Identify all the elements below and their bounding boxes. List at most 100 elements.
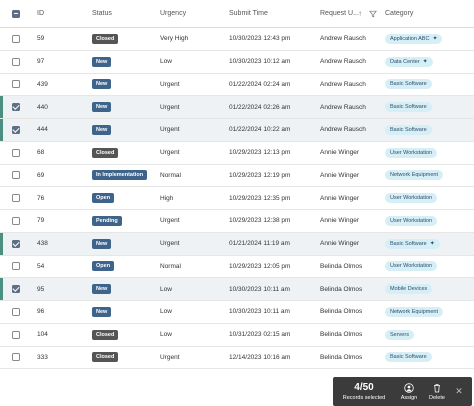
row-checkbox[interactable] xyxy=(12,233,26,255)
cell-request-user: Andrew Rausch xyxy=(320,126,366,134)
funnel-icon[interactable] xyxy=(369,0,377,27)
column-header-status[interactable]: Status xyxy=(92,0,112,27)
cell-request-user: Belinda Olmos xyxy=(320,353,363,361)
category-label: User Workstation xyxy=(390,217,433,224)
category-chip[interactable]: Basic Software ✦ xyxy=(385,238,440,249)
row-checkbox[interactable] xyxy=(12,324,26,346)
table-row[interactable]: 95 New Low 10/30/2023 10:11 am Belinda Olmos… xyxy=(0,278,474,301)
arrow-up-icon[interactable]: ↑ xyxy=(358,0,362,27)
category-chip[interactable]: Application ABC ✦ xyxy=(385,33,443,44)
close-icon[interactable]: ✕ xyxy=(451,386,467,397)
category-chip[interactable]: Mobile Devices xyxy=(385,284,433,295)
category-chip[interactable]: User Workstation xyxy=(385,261,438,272)
category-chip[interactable]: Network Equipment xyxy=(385,306,443,317)
row-checkbox[interactable] xyxy=(12,142,26,164)
category-chip[interactable]: Basic Software xyxy=(385,79,432,90)
table-row[interactable]: 54 Open Normal 10/29/2023 12:05 pm Belinda O… xyxy=(0,256,474,279)
status-badge: In Implementation xyxy=(92,170,148,181)
table-row[interactable]: 444 New Urgent 01/22/2024 10:22 am Andrew Ra… xyxy=(0,119,474,142)
column-header-id[interactable]: ID xyxy=(37,0,44,27)
column-header-urgency[interactable]: Urgency xyxy=(160,0,186,27)
column-header-request-user[interactable]: Request U... xyxy=(320,0,359,27)
category-label: Basic Software xyxy=(390,240,427,247)
table-row[interactable]: 97 New Low 10/30/2023 10:12 am Andrew Rausch… xyxy=(0,51,474,74)
table-row[interactable]: 438 New Urgent 01/21/2024 11:19 am Annie Win… xyxy=(0,232,474,256)
table-row[interactable]: 76 Open High 10/29/2023 12:35 pm Annie Winge… xyxy=(0,187,474,210)
status-badge: New xyxy=(92,79,112,90)
cell-category: Basic Software xyxy=(385,119,432,141)
cell-id: 104 xyxy=(37,331,48,339)
row-checkbox[interactable] xyxy=(12,96,26,118)
row-checkbox[interactable] xyxy=(12,165,26,187)
cell-id: 438 xyxy=(37,240,48,248)
row-checkbox[interactable] xyxy=(12,210,26,232)
table-row[interactable]: 440 New Urgent 01/22/2024 02:26 am Andrew Ra… xyxy=(0,96,474,119)
trash-icon xyxy=(434,383,440,392)
row-checkbox[interactable] xyxy=(12,74,26,96)
table-row[interactable]: 96 New Low 10/30/2023 10:11 am Belinda Olmos… xyxy=(0,301,474,324)
cell-request-user: Andrew Rausch xyxy=(320,80,366,88)
category-chip[interactable]: Data Center ✦ xyxy=(385,56,433,67)
cell-id: 439 xyxy=(37,80,48,88)
row-checkbox[interactable] xyxy=(12,301,26,323)
column-header-category[interactable]: Category xyxy=(385,0,413,27)
category-chip[interactable]: User Workstation xyxy=(385,215,438,226)
table-row[interactable]: 104 Closed Low 10/31/2023 02:15 am Belinda O… xyxy=(0,324,474,347)
grid-body: 59 Closed Very High 10/30/2023 12:43 pm Andr… xyxy=(0,28,474,370)
cell-urgency: Normal xyxy=(160,262,181,270)
row-checkbox[interactable] xyxy=(12,28,26,50)
category-chip[interactable]: User Workstation xyxy=(385,193,438,204)
row-checkbox[interactable] xyxy=(12,187,26,209)
cell-submit-time: 01/22/2024 02:24 am xyxy=(229,80,291,88)
cell-status: Closed xyxy=(92,28,119,50)
cell-status: New xyxy=(92,233,112,255)
cell-urgency: Urgent xyxy=(160,149,180,157)
cell-status: New xyxy=(92,119,112,141)
row-checkbox[interactable] xyxy=(12,256,26,278)
row-checkbox[interactable] xyxy=(12,278,26,300)
sparkle-icon: ✦ xyxy=(432,35,438,42)
sparkle-icon: ✦ xyxy=(429,240,435,247)
delete-button[interactable]: Delete xyxy=(423,383,451,401)
cell-submit-time: 12/14/2023 10:16 am xyxy=(229,353,291,361)
category-chip[interactable]: Basic Software xyxy=(385,124,432,135)
cell-id: 95 xyxy=(37,285,45,293)
cell-status: Open xyxy=(92,256,115,278)
person-icon xyxy=(404,382,414,393)
cell-request-user: Annie Winger xyxy=(320,171,360,179)
table-row[interactable]: 79 Pending Urgent 10/29/2023 12:38 pm Annie … xyxy=(0,210,474,233)
cell-request-user: Annie Winger xyxy=(320,194,360,202)
category-label: Basic Software xyxy=(390,104,427,111)
table-row[interactable]: 68 Closed Urgent 10/29/2023 12:13 pm Annie W… xyxy=(0,142,474,165)
assign-label: Assign xyxy=(400,394,418,401)
category-label: User Workstation xyxy=(390,263,433,270)
sparkle-icon: ✦ xyxy=(422,58,428,65)
cell-id: 76 xyxy=(37,194,45,202)
status-badge: Closed xyxy=(92,329,119,340)
cell-request-user: Belinda Olmos xyxy=(320,308,363,316)
row-checkbox[interactable] xyxy=(12,119,26,141)
assign-button[interactable]: Assign xyxy=(395,382,423,401)
category-chip[interactable]: Basic Software xyxy=(385,352,432,363)
table-row[interactable]: 333 Closed Urgent 12/14/2023 10:16 am Belind… xyxy=(0,347,474,370)
table-row[interactable]: 439 New Urgent 01/22/2024 02:24 am Andrew Ra… xyxy=(0,74,474,97)
cell-submit-time: 10/30/2023 10:11 am xyxy=(229,285,290,293)
cell-status: Closed xyxy=(92,142,119,164)
row-checkbox[interactable] xyxy=(12,347,26,369)
status-badge: New xyxy=(92,102,112,113)
column-header-submit-time[interactable]: Submit Time xyxy=(229,0,268,27)
category-label: Basic Software xyxy=(390,126,427,133)
select-all-checkbox[interactable] xyxy=(12,0,26,27)
cell-category: Basic Software xyxy=(385,74,432,96)
category-chip[interactable]: Basic Software xyxy=(385,102,432,113)
row-checkbox[interactable] xyxy=(12,51,26,73)
table-row[interactable]: 69 In Implementation Normal 10/29/2023 12:1… xyxy=(0,165,474,188)
cell-submit-time: 01/22/2024 10:22 am xyxy=(229,126,291,134)
table-row[interactable]: 59 Closed Very High 10/30/2023 12:43 pm Andr… xyxy=(0,28,474,51)
cell-id: 96 xyxy=(37,308,45,316)
category-chip[interactable]: Servers xyxy=(385,329,414,340)
category-chip[interactable]: User Workstation xyxy=(385,147,438,158)
category-chip[interactable]: Network Equipment xyxy=(385,170,443,181)
cell-request-user: Andrew Rausch xyxy=(320,103,366,111)
category-label: User Workstation xyxy=(390,195,433,202)
